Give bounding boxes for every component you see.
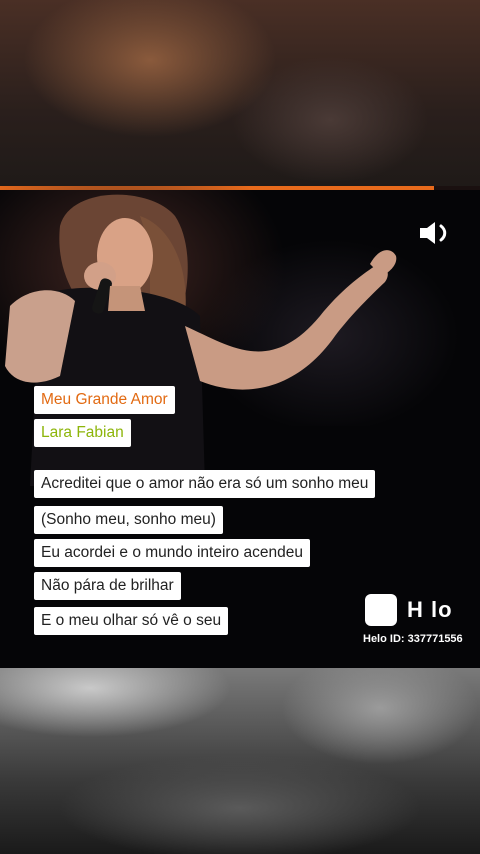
helo-id-label: Helo ID: 337771556 [363,633,463,645]
lyric-line: E o meu olhar só vê o seu [34,607,229,635]
speaker-volume-icon[interactable] [418,220,454,246]
helo-logo-text: H lo [407,597,453,622]
helo-logo: H lo [365,593,463,627]
artist-name: Lara Fabian [34,419,131,447]
lyric-line: Eu acordei e o mundo inteiro acendeu [34,539,310,567]
lyric-line: Acreditei que o amor não era só um sonho… [34,470,376,498]
helo-logo-icon [365,594,397,626]
video-player[interactable]: Meu Grande Amor Lara Fabian Acreditei qu… [0,186,480,668]
blurred-background-top [0,0,480,186]
blurred-background-bottom [0,668,480,854]
lyric-line: (Sonho meu, sonho meu) [34,506,223,534]
lyric-line: Não pára de brilhar [34,572,181,600]
song-title: Meu Grande Amor [34,386,175,414]
